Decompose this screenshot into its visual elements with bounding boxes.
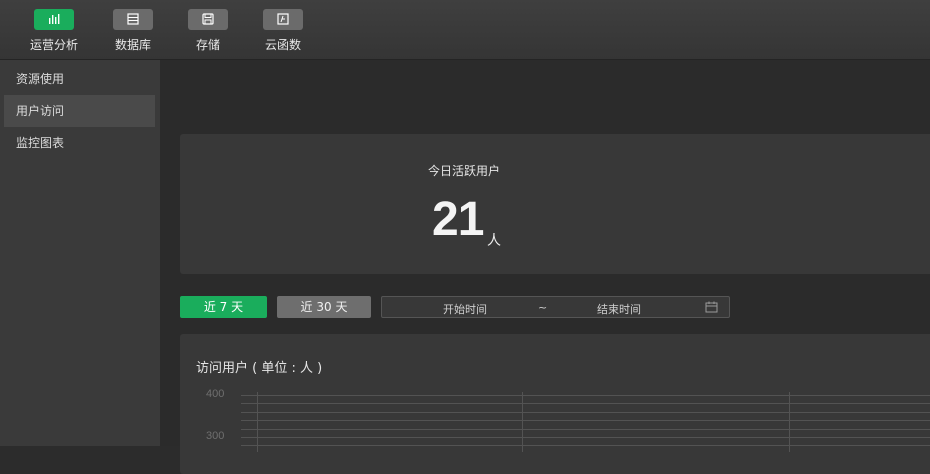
database-icon [113, 9, 153, 30]
sidebar: 资源使用 用户访问 监控图表 [0, 60, 160, 446]
tab-label: 云函数 [264, 38, 301, 52]
tab-label: 存储 [195, 38, 220, 52]
tab-label: 数据库 [114, 38, 151, 52]
sidebar-item-resource-usage[interactable]: 资源使用 [4, 63, 155, 95]
storage-icon [188, 9, 228, 30]
tab-operations-analysis[interactable]: 运营分析 [19, 9, 89, 53]
tab-database[interactable]: 数据库 [98, 9, 168, 53]
grid-line [241, 412, 930, 413]
y-tick-label: 400 [206, 388, 225, 400]
last-30-days-button[interactable]: 近 30 天 [277, 296, 371, 318]
active-users-card: 今日活跃用户 21 人 [180, 134, 930, 274]
sidebar-item-monitoring-charts[interactable]: 监控图表 [4, 127, 155, 159]
sidebar-item-user-access[interactable]: 用户访问 [4, 95, 155, 127]
tab-cloud-function[interactable]: 云函数 [248, 9, 318, 53]
grid-line [241, 429, 930, 430]
sidebar-item-label: 资源使用 [16, 72, 65, 86]
top-toolbar: 运营分析 数据库 存储 云函数 [0, 0, 930, 60]
last-7-days-button[interactable]: 近 7 天 [180, 296, 267, 318]
active-users-count: 21 [432, 193, 484, 246]
grid-line [241, 437, 930, 438]
active-users-unit: 人 [487, 233, 501, 249]
visitors-chart-card: 访问用户 ( 单位 : 人 ) 400 300 [180, 334, 930, 474]
y-tick-label: 300 [206, 430, 225, 442]
active-users-title: 今日活跃用户 [428, 164, 501, 178]
calendar-icon[interactable] [705, 301, 718, 316]
main-content: 今日活跃用户 21 人 近 7 天 近 30 天 开始时间 ~ 结束时间 访问用… [160, 60, 930, 474]
range-separator: ~ [538, 301, 548, 314]
tab-label: 运营分析 [29, 38, 78, 52]
sidebar-item-label: 用户访问 [16, 104, 65, 118]
grid-line [241, 420, 930, 421]
cloud-function-icon [263, 9, 303, 30]
date-range-picker[interactable]: 开始时间 ~ 结束时间 [381, 296, 730, 318]
grid-line-vertical [522, 392, 523, 452]
sidebar-item-label: 监控图表 [16, 136, 65, 150]
start-date-input[interactable]: 开始时间 [443, 301, 487, 317]
grid-line-vertical [789, 392, 790, 452]
grid-line [241, 395, 930, 396]
grid-line [241, 403, 930, 404]
grid-line-vertical [257, 392, 258, 452]
bar-chart-icon [34, 9, 74, 30]
end-date-input[interactable]: 结束时间 [597, 301, 641, 317]
chart-title: 访问用户 ( 单位 : 人 ) [196, 361, 323, 376]
tab-storage[interactable]: 存储 [173, 9, 243, 53]
